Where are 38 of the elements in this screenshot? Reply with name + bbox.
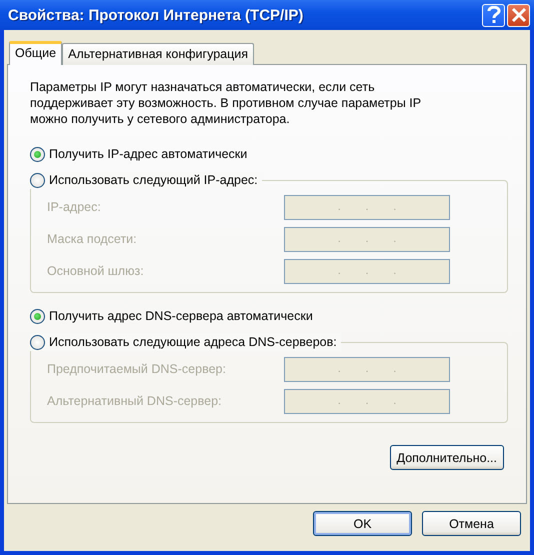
- octet-separator: .: [365, 266, 369, 276]
- octet-separator: .: [393, 364, 396, 374]
- field-label: IP-адрес:: [47, 200, 101, 214]
- radio-button[interactable]: [30, 334, 45, 350]
- advanced-button[interactable]: Дополнительно...: [390, 445, 504, 470]
- help-button[interactable]: [482, 4, 505, 26]
- field-label: Маска подсети:: [47, 232, 137, 246]
- octet-separator: .: [338, 234, 341, 244]
- tab[interactable]: Общие: [9, 41, 62, 65]
- help-icon: [486, 6, 500, 24]
- octet-separator: .: [393, 266, 396, 276]
- tab[interactable]: Альтернативная конфигурация: [62, 43, 254, 65]
- octet-separator: .: [338, 396, 341, 406]
- radio-button[interactable]: [30, 172, 45, 188]
- octet-separator: .: [393, 202, 396, 212]
- octet-separator: .: [365, 364, 369, 374]
- radio-label[interactable]: Использовать следующий IP-адрес:: [49, 173, 258, 187]
- octet-separator: .: [338, 364, 341, 374]
- radio-label[interactable]: Получить IP-адрес автоматически: [49, 147, 248, 161]
- radio-button[interactable]: [30, 146, 45, 162]
- field-label: Альтернативный DNS-сервер:: [47, 394, 222, 408]
- dialog-button[interactable]: Отмена: [422, 511, 521, 536]
- radio-button[interactable]: [30, 308, 45, 324]
- radio-label[interactable]: Получить адрес DNS-сервера автоматически: [49, 309, 313, 323]
- octet-separator: .: [365, 396, 369, 406]
- close-button[interactable]: [507, 4, 530, 26]
- close-icon: [510, 7, 526, 23]
- window-title: Свойства: Протокол Интернета (TCP/IP): [8, 6, 304, 24]
- octet-separator: .: [365, 202, 369, 212]
- field-label: Основной шлюз:: [47, 264, 144, 278]
- octet-separator: .: [393, 234, 396, 244]
- octet-separator: .: [338, 202, 341, 212]
- description-text: Параметры IP могут назначаться автоматически, если сеть поддерживает эту возможность. В противном случае параметры IP можно получить у сетевого администратора.: [30, 79, 422, 127]
- octet-separator: .: [393, 396, 396, 406]
- octet-separator: .: [365, 234, 369, 244]
- dialog-button[interactable]: OK: [313, 511, 412, 536]
- field-label: Предпочитаемый DNS-сервер:: [47, 362, 226, 376]
- octet-separator: .: [338, 266, 341, 276]
